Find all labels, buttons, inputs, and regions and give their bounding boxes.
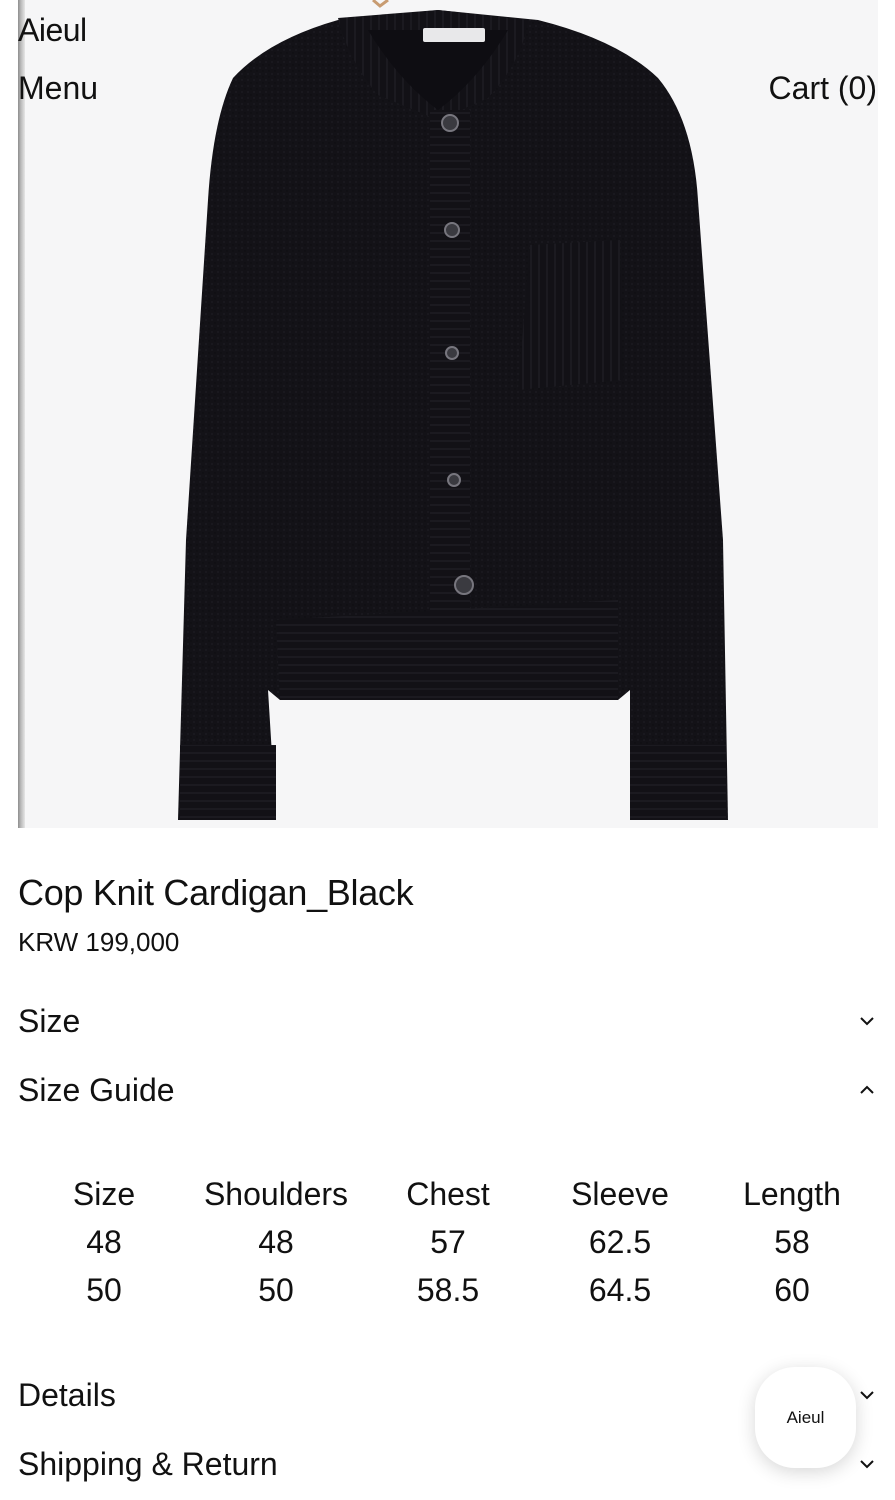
column-header: Sleeve bbox=[571, 1175, 669, 1212]
shipping-return-accordion[interactable]: Shipping & Return bbox=[18, 1439, 878, 1489]
column-header: Length bbox=[743, 1175, 841, 1212]
table-row: 48 48 57 62.5 58 bbox=[18, 1218, 878, 1266]
chat-button-label: Aieul bbox=[786, 1407, 825, 1427]
menu-button[interactable]: Menu bbox=[18, 70, 98, 107]
table-cell: 58 bbox=[774, 1223, 810, 1260]
table-cell: 62.5 bbox=[588, 1223, 652, 1260]
product-title: Cop Knit Cardigan_Black bbox=[18, 872, 414, 913]
column-header: Shoulders bbox=[203, 1175, 349, 1212]
table-cell: 58.5 bbox=[416, 1271, 480, 1308]
shipping-return-accordion-label: Shipping & Return bbox=[18, 1445, 278, 1482]
size-accordion[interactable]: Size bbox=[18, 996, 878, 1046]
cardigan-illustration bbox=[178, 0, 728, 820]
details-accordion[interactable]: Details bbox=[18, 1370, 878, 1420]
table-cell: 60 bbox=[774, 1271, 810, 1308]
product-price: KRW 199,000 bbox=[18, 927, 180, 957]
table-cell: 64.5 bbox=[588, 1271, 652, 1308]
table-cell: 57 bbox=[430, 1223, 466, 1260]
chevron-up-icon bbox=[856, 1079, 878, 1101]
size-accordion-label: Size bbox=[18, 1002, 81, 1039]
chevron-down-icon bbox=[856, 1010, 878, 1032]
table-cell: 48 bbox=[86, 1223, 122, 1260]
details-accordion-label: Details bbox=[18, 1376, 116, 1413]
table-header-row: Size Shoulders Chest Sleeve Length bbox=[18, 1170, 878, 1218]
table-cell: 50 bbox=[258, 1271, 294, 1308]
brand-logo[interactable]: Aieul bbox=[18, 12, 87, 49]
size-guide-table: Size Shoulders Chest Sleeve Length 48 48… bbox=[18, 1170, 878, 1314]
cart-button[interactable]: Cart (0) bbox=[769, 70, 877, 107]
chevron-down-icon bbox=[856, 1384, 878, 1406]
column-header: Size bbox=[72, 1175, 136, 1212]
product-image bbox=[18, 0, 878, 828]
size-guide-accordion-label: Size Guide bbox=[18, 1071, 175, 1108]
table-cell: 48 bbox=[258, 1223, 294, 1260]
chat-button[interactable]: Aieul bbox=[755, 1367, 856, 1468]
size-guide-accordion[interactable]: Size Guide bbox=[18, 1065, 878, 1115]
chevron-down-icon bbox=[856, 1453, 878, 1475]
table-cell: 50 bbox=[86, 1271, 122, 1308]
table-row: 50 50 58.5 64.5 60 bbox=[18, 1266, 878, 1314]
column-header: Chest bbox=[406, 1175, 490, 1212]
